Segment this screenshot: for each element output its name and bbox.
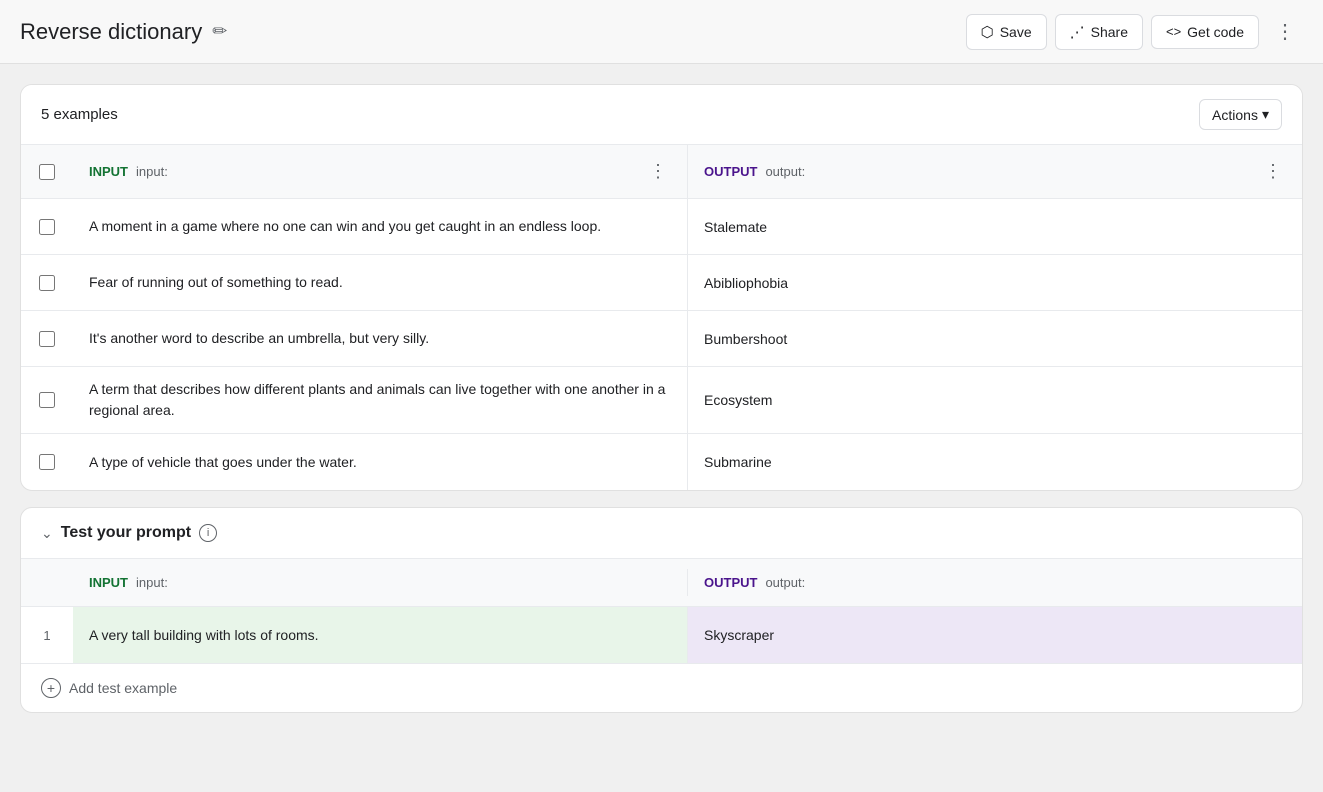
row-output-text: Bumbershoot [704,331,787,347]
row-input-text: A moment in a game where no one can win … [89,216,601,237]
test-output-badge: OUTPUT [704,575,757,590]
examples-count: 5 examples [41,106,118,123]
test-section: ⌄ Test your prompt i INPUT input: OUTPUT [20,507,1303,713]
row-check-cell [21,255,73,310]
table-row: It's another word to describe an umbrell… [21,311,1302,367]
test-header-output-col: OUTPUT output: [688,569,1302,596]
row-input-text: A type of vehicle that goes under the wa… [89,452,357,473]
row-input-cell: A term that describes how different plan… [73,367,688,433]
get-code-label: Get code [1187,24,1244,40]
row-input-text: It's another word to describe an umbrell… [89,328,429,349]
row-input-cell: Fear of running out of something to read… [73,255,688,310]
collapse-chevron-icon: ⌄ [41,525,53,542]
get-code-button[interactable]: <> Get code [1151,15,1259,49]
row-output-cell: Ecosystem [688,367,1302,433]
output-header-label: OUTPUT output: [704,164,805,179]
test-table-header: INPUT input: OUTPUT output: [21,559,1302,607]
test-row-output-text: Skyscraper [704,627,774,643]
actions-label: Actions [1212,107,1258,123]
add-test-example-row[interactable]: + Add test example [21,663,1302,712]
actions-button[interactable]: Actions ▾ [1199,99,1282,130]
row-output-text: Stalemate [704,219,767,235]
input-header-label: INPUT input: [89,164,168,179]
row-check-cell [21,367,73,433]
row-input-text: A term that describes how different plan… [89,379,671,421]
add-test-label: Add test example [69,680,177,696]
save-label: Save [1000,24,1032,40]
test-row-number: 1 [21,607,73,663]
row-output-cell: Stalemate [688,199,1302,254]
row-checkbox[interactable] [39,219,55,235]
select-all-checkbox[interactable] [39,164,55,180]
test-output-field-label: output: [765,575,805,590]
output-column-menu-icon[interactable]: ⋮ [1260,157,1286,186]
row-output-cell: Submarine [688,434,1302,490]
input-field-label: input: [136,164,168,179]
row-input-text: Fear of running out of something to read… [89,272,343,293]
header-input-cell: INPUT input: ⋮ [73,145,688,198]
test-input-field-label: input: [136,575,168,590]
test-section-header[interactable]: ⌄ Test your prompt i [21,508,1302,559]
add-test-icon: + [41,678,61,698]
header-check-cell [21,145,73,198]
table-row: A type of vehicle that goes under the wa… [21,434,1302,490]
row-output-text: Abibliophobia [704,275,788,291]
table-row: Fear of running out of something to read… [21,255,1302,311]
row-check-cell [21,311,73,366]
row-check-cell [21,199,73,254]
row-input-cell: A type of vehicle that goes under the wa… [73,434,688,490]
info-icon[interactable]: i [199,524,217,542]
actions-chevron-icon: ▾ [1262,106,1269,123]
output-field-label: output: [765,164,805,179]
top-bar-left: Reverse dictionary ✏ [20,19,227,45]
save-icon: ⬡ [981,23,994,41]
test-row-input-text: A very tall building with lots of rooms. [89,627,319,643]
test-row-output-cell: Skyscraper [688,607,1302,663]
test-section-title: Test your prompt [61,524,191,542]
app-title: Reverse dictionary [20,19,202,45]
input-badge: INPUT [89,164,128,179]
test-header-input-col: INPUT input: [73,569,688,596]
share-icon: ⋰ [1070,23,1085,41]
row-input-cell: A moment in a game where no one can win … [73,199,688,254]
main-content: 5 examples Actions ▾ INPUT input: ⋮ OUTP… [0,64,1323,733]
test-row-input-cell[interactable]: A very tall building with lots of rooms. [73,607,688,663]
row-checkbox[interactable] [39,275,55,291]
table-header-row: INPUT input: ⋮ OUTPUT output: ⋮ [21,145,1302,199]
edit-icon[interactable]: ✏ [212,21,227,42]
row-check-cell [21,434,73,490]
row-output-text: Ecosystem [704,392,772,408]
row-input-cell: It's another word to describe an umbrell… [73,311,688,366]
output-badge: OUTPUT [704,164,757,179]
share-button[interactable]: ⋰ Share [1055,14,1143,50]
row-output-cell: Abibliophobia [688,255,1302,310]
top-bar-right: ⬡ Save ⋰ Share <> Get code ⋮ [966,11,1303,52]
card-header: 5 examples Actions ▾ [21,85,1302,145]
input-column-menu-icon[interactable]: ⋮ [645,157,671,186]
row-checkbox[interactable] [39,331,55,347]
table-row: A term that describes how different plan… [21,367,1302,434]
row-output-cell: Bumbershoot [688,311,1302,366]
row-output-text: Submarine [704,454,772,470]
code-icon: <> [1166,24,1181,39]
spacer [21,569,73,596]
top-bar: Reverse dictionary ✏ ⬡ Save ⋰ Share <> G… [0,0,1323,64]
examples-card: 5 examples Actions ▾ INPUT input: ⋮ OUTP… [20,84,1303,491]
row-checkbox[interactable] [39,454,55,470]
test-table-row: 1 A very tall building with lots of room… [21,607,1302,663]
header-output-cell: OUTPUT output: ⋮ [688,145,1302,198]
save-button[interactable]: ⬡ Save [966,14,1047,50]
test-input-badge: INPUT [89,575,128,590]
more-menu-button[interactable]: ⋮ [1267,11,1303,52]
row-checkbox[interactable] [39,392,55,408]
share-label: Share [1091,24,1128,40]
table-row: A moment in a game where no one can win … [21,199,1302,255]
